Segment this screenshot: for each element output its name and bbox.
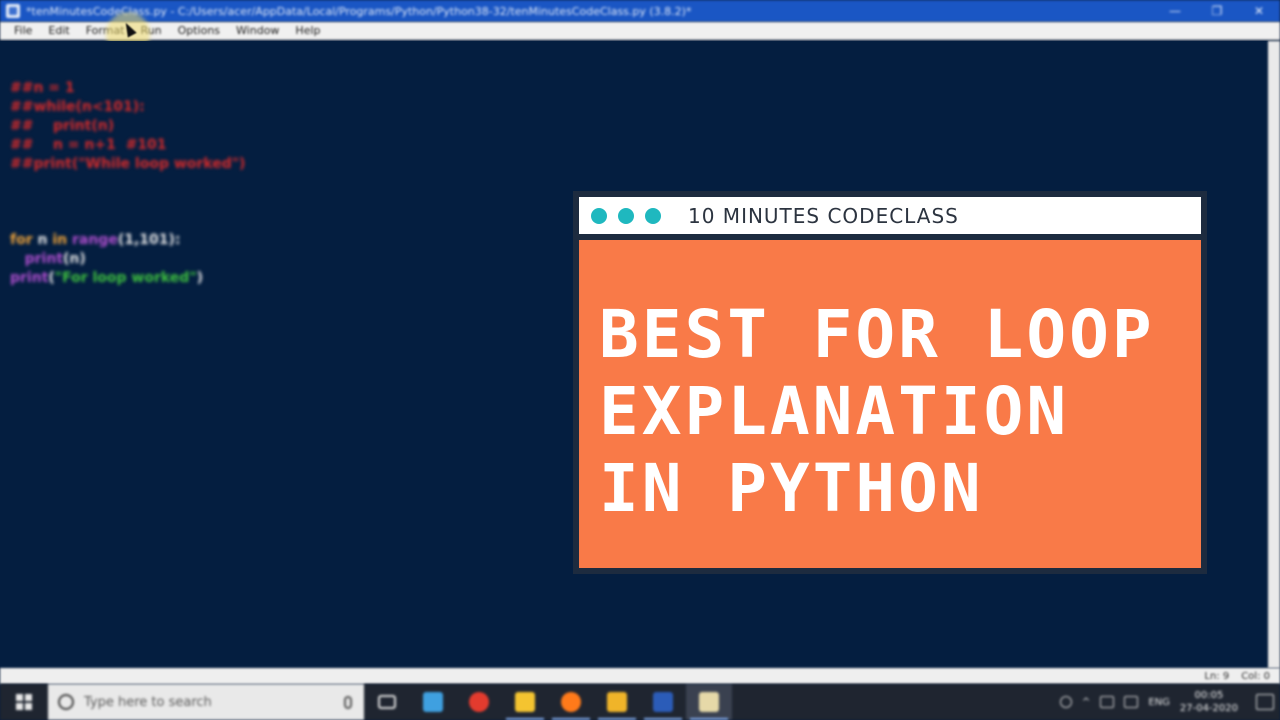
taskbar-app-word[interactable]	[640, 684, 686, 720]
vertical-scrollbar[interactable]	[1268, 41, 1280, 668]
taskbar-app-1[interactable]	[410, 684, 456, 720]
window-title: *tenMinutesCodeClass.py - C:/Users/acer/…	[26, 4, 692, 18]
taskbar-app-idle[interactable]	[686, 684, 732, 720]
dot-icon	[618, 207, 634, 224]
minimize-button[interactable]: —	[1154, 0, 1196, 22]
builtin-range: range	[67, 232, 118, 248]
code-line: ##n = 1	[10, 80, 75, 96]
taskbar-app-firefox[interactable]	[548, 684, 594, 720]
people-icon[interactable]	[1059, 696, 1072, 708]
range-args: (1,101):	[117, 232, 181, 248]
volume-icon[interactable]	[1124, 696, 1139, 708]
chevron-up-icon[interactable]: ^	[1082, 697, 1090, 708]
clock-time: 00:05	[1194, 690, 1224, 701]
system-tray: ^ ENG 00:05 27-04-2020	[1059, 689, 1280, 715]
close-paren: )	[196, 270, 204, 286]
keyword-for: for	[10, 232, 33, 248]
start-button[interactable]	[0, 684, 48, 720]
task-view-button[interactable]	[364, 684, 410, 720]
code-line: ## print(n)	[10, 118, 115, 134]
language-indicator[interactable]: ENG	[1148, 697, 1170, 708]
string-literal: "For loop worked"	[54, 270, 197, 286]
code-line: ##print("While loop worked")	[10, 156, 246, 172]
taskbar-app-sticky[interactable]	[502, 684, 548, 720]
menu-options[interactable]: Options	[170, 24, 228, 37]
loop-variable: n	[32, 232, 53, 248]
code-line: ##while(n<101):	[10, 99, 145, 115]
firefox-icon	[561, 692, 581, 712]
network-icon[interactable]	[1100, 696, 1115, 708]
folder-icon	[607, 692, 627, 712]
keyword-in: in	[52, 232, 68, 248]
search-placeholder: Type here to search	[84, 694, 212, 710]
windows-taskbar: Type here to search ^ ENG 00:05 27-04-20…	[0, 684, 1280, 720]
column-number: Col: 0	[1241, 670, 1270, 682]
windows-logo-icon	[16, 694, 32, 710]
word-icon	[653, 692, 673, 712]
python-idle-icon	[699, 692, 719, 712]
channel-name: 10 MINUTES CODECLASS	[688, 203, 959, 228]
card-header: 10 MINUTES CODECLASS	[579, 197, 1201, 234]
code-line: ## n = n+1 #101	[10, 137, 167, 153]
builtin-print: print	[24, 251, 64, 267]
code-line: for n in range(1,101):	[10, 231, 245, 250]
dot-icon	[645, 207, 661, 224]
task-view-icon	[378, 695, 396, 709]
menu-help[interactable]: Help	[287, 24, 328, 37]
line-number: Ln: 9	[1204, 670, 1230, 682]
title-card: 10 MINUTES CODECLASS BEST FOR LOOP EXPLA…	[573, 191, 1207, 574]
sticky-notes-icon	[515, 692, 535, 712]
status-bar: Ln: 9 Col: 0	[0, 668, 1280, 684]
chrome-icon	[469, 692, 489, 712]
taskbar-app-explorer[interactable]	[594, 684, 640, 720]
maximize-button[interactable]: ❐	[1196, 0, 1238, 22]
window-title-bar[interactable]: *tenMinutesCodeClass.py - C:/Users/acer/…	[0, 0, 1280, 22]
close-button[interactable]: ✕	[1238, 0, 1280, 22]
code-line: print(n)	[10, 250, 245, 269]
search-icon	[58, 694, 74, 710]
code-line: print("For loop worked")	[10, 269, 245, 288]
card-body: BEST FOR LOOP EXPLANATION IN PYTHON	[579, 240, 1201, 568]
menu-bar: File Edit Format Run Options Window Help	[0, 22, 1280, 40]
notification-icon[interactable]	[1256, 694, 1274, 710]
clock[interactable]: 00:05 27-04-2020	[1180, 689, 1238, 715]
code-text: ##n = 1 ##while(n<101): ## print(n) ## n = …	[10, 60, 245, 307]
menu-window[interactable]: Window	[228, 24, 287, 37]
menu-file[interactable]: File	[6, 24, 40, 37]
microphone-icon[interactable]	[344, 695, 352, 709]
pinned-apps	[364, 684, 732, 720]
clock-date: 27-04-2020	[1179, 703, 1238, 714]
print-args: (n)	[63, 251, 86, 267]
paint-icon	[423, 692, 443, 712]
taskbar-search[interactable]: Type here to search	[48, 684, 364, 720]
dot-icon	[591, 207, 607, 224]
taskbar-app-chrome[interactable]	[456, 684, 502, 720]
menu-edit[interactable]: Edit	[40, 24, 77, 37]
video-title: BEST FOR LOOP EXPLANATION IN PYTHON	[599, 296, 1155, 527]
builtin-print: print	[10, 270, 49, 286]
python-idle-icon	[6, 4, 20, 18]
